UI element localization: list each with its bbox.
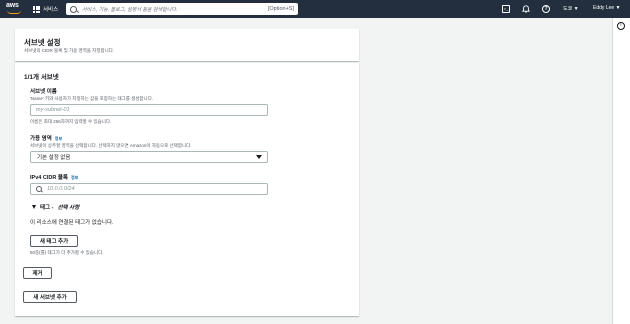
subnet-name-input[interactable]: my-subnet-01 — [30, 104, 268, 116]
availability-zone-label-text: 가용 영역 — [30, 136, 52, 142]
info-icon[interactable]: i — [617, 22, 625, 30]
ipv4-cidr-label: IPv4 CIDR 블록 정보 — [30, 173, 78, 181]
search-icon — [70, 5, 77, 13]
availability-zone-label: 가용 영역 정보 — [30, 134, 62, 142]
bell-icon — [522, 5, 530, 13]
page-title: 서브넷 설정 — [24, 38, 61, 47]
availability-zone-select[interactable]: 기본 설정 없음 — [30, 151, 268, 163]
ipv4-cidr-input[interactable]: 10.0.0.0/24 — [30, 183, 268, 195]
search-placeholder: 서비스, 기능, 블로그, 설명서 등을 검색합니다. — [82, 6, 178, 13]
region-selector[interactable]: 도쿄 ▼ — [563, 5, 579, 12]
availability-zone-selected: 기본 설정 없음 — [37, 155, 71, 161]
availability-zone-description: 서브넷이 상주할 영역을 선택합니다. 선택하지 않으면 Amazon이 자동으… — [30, 143, 192, 148]
ipv4-cidr-placeholder: 10.0.0.0/24 — [47, 186, 75, 192]
no-tags-text: 이 리소스에 연결된 태그가 없습니다. — [30, 220, 114, 226]
remove-subnet-button[interactable]: 제거 — [23, 267, 52, 279]
help-button[interactable]: ? — [541, 4, 551, 14]
aws-logo-text: aws — [6, 2, 19, 9]
tags-expand-toggle[interactable]: 태그 - 선택 사항 — [32, 203, 79, 211]
caret-down-icon — [32, 205, 36, 209]
availability-zone-info-link[interactable]: 정보 — [55, 136, 62, 141]
tools-panel-strip: i — [612, 18, 630, 324]
help-icon: ? — [542, 5, 550, 13]
tags-toggle-label: 태그 - — [40, 205, 54, 211]
caret-down-icon — [256, 155, 262, 159]
global-search-input[interactable]: 서비스, 기능, 블로그, 설명서 등을 검색합니다. [Option+S] — [66, 3, 298, 15]
tags-limit-hint: 50중(를) 태그가 더 추가할 수 있습니다. — [30, 250, 104, 255]
top-navigation: aws 서비스 서비스, 기능, 블로그, 설명서 등을 검색합니다. [Opt… — [0, 0, 630, 18]
aws-logo[interactable]: aws — [4, 1, 24, 17]
add-subnet-button[interactable]: 새 서브넷 추가 — [23, 291, 77, 303]
ipv4-cidr-info-link[interactable]: 정보 — [71, 175, 78, 180]
subnet-settings-header: 서브넷 설정 서브넷의 CIDR 블록 및 가용 영역을 지정합니다. — [15, 29, 359, 61]
cloudshell-button[interactable]: >_ — [501, 4, 511, 14]
add-tag-button[interactable]: 새 태그 추가 — [30, 235, 78, 247]
notifications-button[interactable] — [521, 4, 531, 14]
subnet-name-hint: 이름은 최대 256자까지 입력할 수 있습니다. — [30, 119, 112, 124]
grid-icon — [33, 5, 40, 13]
subnet-form-panel: 1/1개 서브넷 서브넷 이름 'Name' 키와 사용자가 지정하는 값을 포… — [15, 62, 359, 316]
page-description: 서브넷의 CIDR 블록 및 가용 영역을 지정합니다. — [24, 48, 115, 53]
cloudshell-icon: >_ — [502, 5, 510, 13]
subnet-count-title: 1/1개 서브넷 — [24, 74, 59, 81]
aws-smile-icon — [7, 10, 21, 14]
services-label: 서비스 — [43, 7, 59, 13]
search-shortcut: [Option+S] — [267, 6, 294, 12]
search-icon — [36, 186, 42, 192]
tags-toggle-optional: 선택 사항 — [57, 205, 80, 211]
subnet-name-label: 서브넷 이름 — [30, 89, 57, 95]
account-menu[interactable]: Eddy Lee ▼ — [593, 5, 620, 11]
subnet-name-description: 'Name' 키와 사용자가 지정하는 값을 포함하는 태그를 생성합니다. — [30, 96, 154, 101]
services-menu-button[interactable]: 서비스 — [33, 3, 58, 15]
ipv4-cidr-label-text: IPv4 CIDR 블록 — [30, 175, 68, 181]
